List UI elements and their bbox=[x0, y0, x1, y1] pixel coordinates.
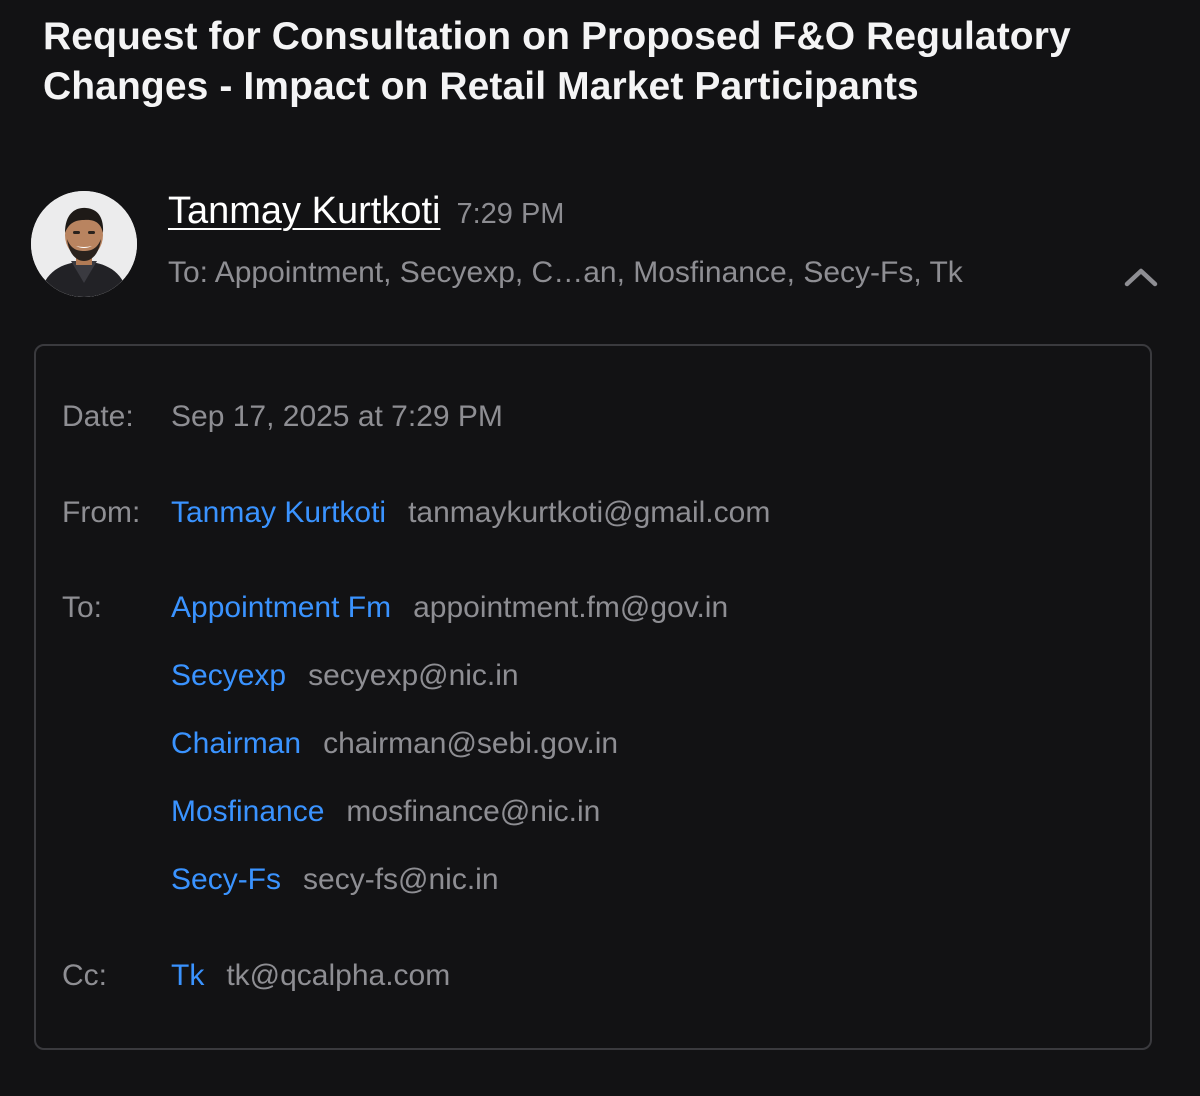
to-label: To: bbox=[62, 591, 103, 624]
to-recipient: Mosfinance mosfinance@nic.in bbox=[171, 795, 600, 829]
to-recipient-name-link[interactable]: Appointment Fm bbox=[171, 591, 391, 624]
cc-recipient-email: tk@qcalpha.com bbox=[226, 959, 451, 992]
from-address: Tanmay Kurtkoti tanmaykurtkoti@gmail.com bbox=[171, 496, 770, 530]
to-recipient-email: chairman@sebi.gov.in bbox=[323, 727, 619, 760]
from-email: tanmaykurtkoti@gmail.com bbox=[408, 496, 771, 529]
cc-recipient-name-link[interactable]: Tk bbox=[171, 959, 204, 992]
sender-avatar[interactable] bbox=[31, 191, 137, 297]
to-recipient-email: appointment.fm@gov.in bbox=[413, 591, 729, 624]
email-subject: Request for Consultation on Proposed F&O… bbox=[43, 15, 1071, 108]
to-recipient-name-link[interactable]: Secyexp bbox=[171, 659, 286, 692]
to-recipient-email: mosfinance@nic.in bbox=[346, 795, 601, 828]
date-label: Date: bbox=[62, 400, 134, 433]
to-recipient: Secyexp secyexp@nic.in bbox=[171, 659, 519, 693]
to-recipient: Chairman chairman@sebi.gov.in bbox=[171, 727, 618, 761]
from-label: From: bbox=[62, 496, 141, 529]
to-recipient-email: secy-fs@nic.in bbox=[303, 863, 499, 896]
message-details-panel bbox=[34, 344, 1152, 1050]
sender-name-link[interactable]: Tanmay Kurtkoti bbox=[168, 190, 440, 233]
sent-time: 7:29 PM bbox=[456, 198, 565, 230]
collapse-details-button[interactable] bbox=[1120, 262, 1162, 292]
date-value: Sep 17, 2025 at 7:29 PM bbox=[171, 400, 503, 433]
to-recipient-name-link[interactable]: Mosfinance bbox=[171, 795, 324, 828]
to-recipient-name-link[interactable]: Chairman bbox=[171, 727, 301, 760]
to-recipient-name-link[interactable]: Secy-Fs bbox=[171, 863, 281, 896]
chevron-up-icon bbox=[1124, 268, 1158, 287]
from-name-link[interactable]: Tanmay Kurtkoti bbox=[171, 496, 386, 529]
avatar-photo-icon bbox=[31, 191, 137, 297]
to-recipient: Appointment Fm appointment.fm@gov.in bbox=[171, 591, 728, 625]
recipients-summary[interactable]: To: Appointment, Secyexp, C…an, Mosfinan… bbox=[168, 256, 963, 290]
to-recipient: Secy-Fs secy-fs@nic.in bbox=[171, 863, 499, 897]
cc-label: Cc: bbox=[62, 959, 107, 992]
sender-header: Tanmay Kurtkoti 7:29 PM bbox=[168, 190, 564, 242]
cc-recipient: Tk tk@qcalpha.com bbox=[171, 959, 450, 993]
to-recipient-email: secyexp@nic.in bbox=[308, 659, 519, 692]
